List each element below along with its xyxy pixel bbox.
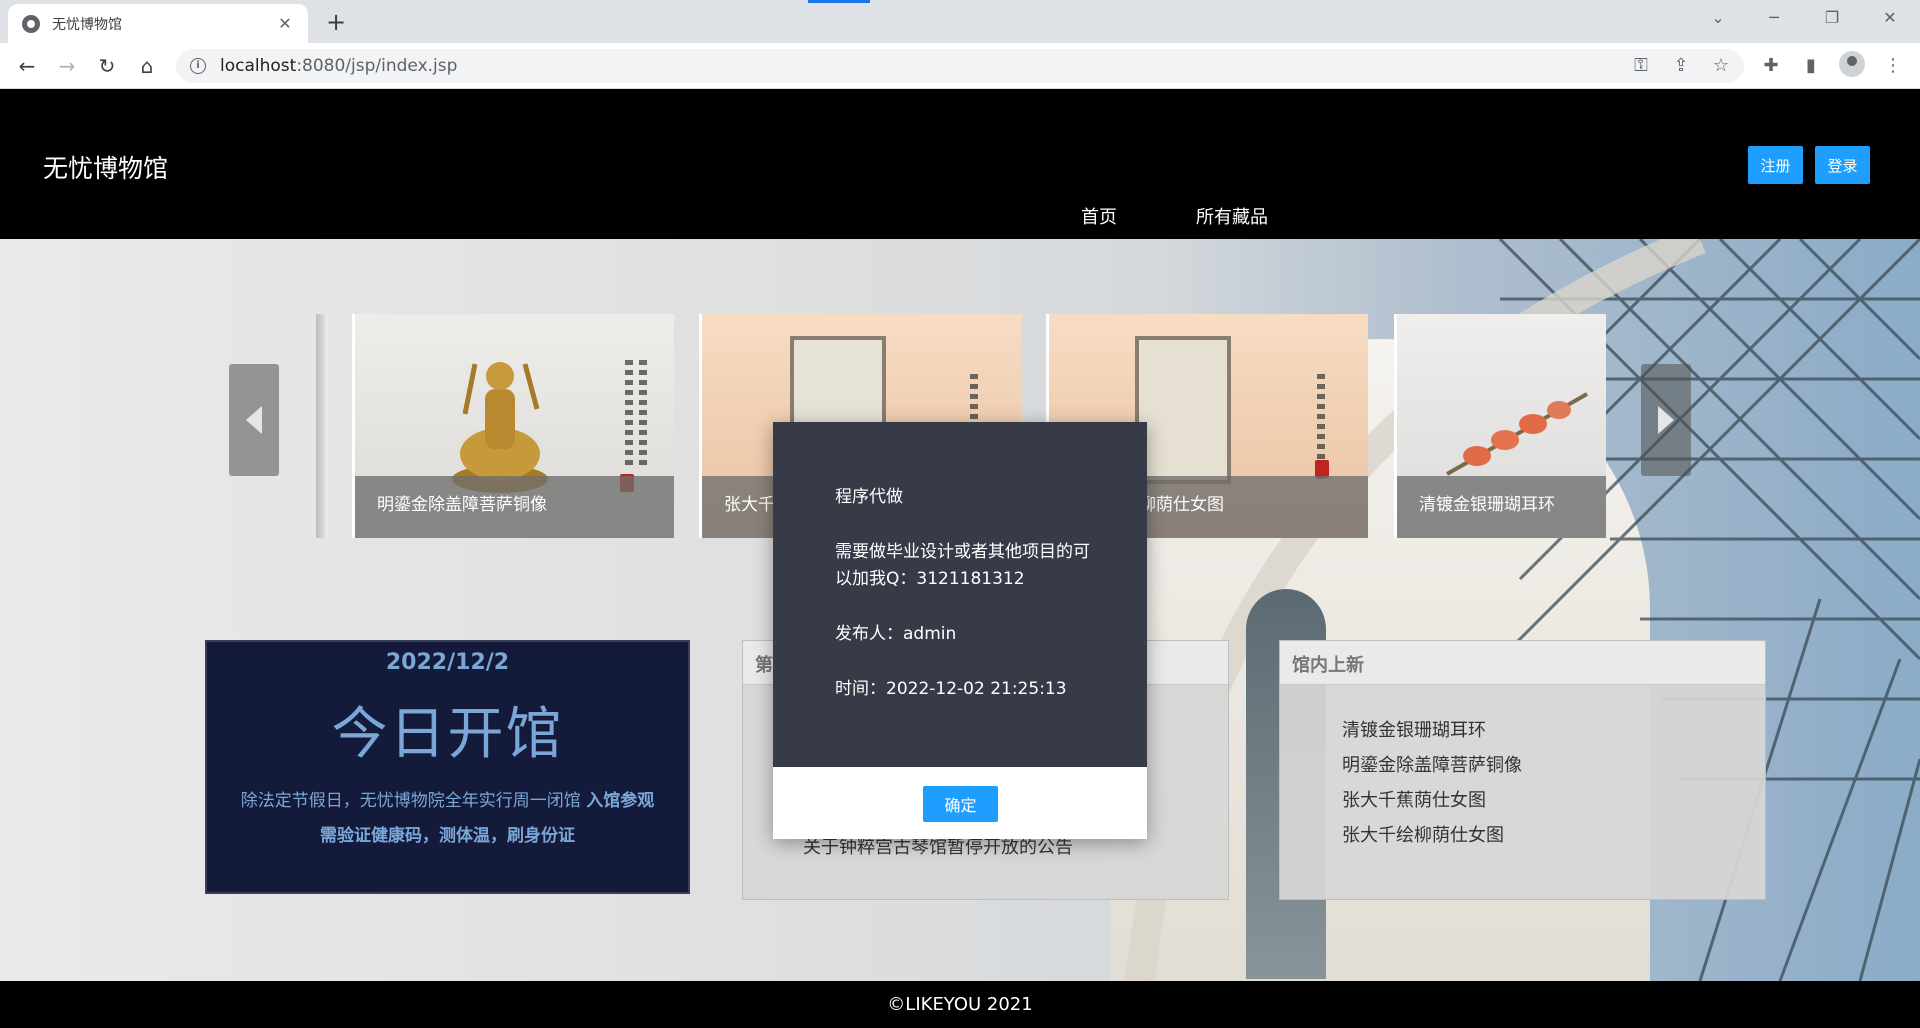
- tab-close-icon[interactable]: ✕: [274, 14, 296, 33]
- coral-earring-image: [1446, 392, 1588, 476]
- menu-kebab-icon[interactable]: ⋮: [1880, 53, 1906, 79]
- side-panel-icon[interactable]: ▮: [1798, 53, 1824, 79]
- back-icon[interactable]: ←: [11, 50, 43, 82]
- opening-desc-plain: 除法定节假日，无忧博物院全年实行周一闭馆: [240, 791, 587, 811]
- caret-right-icon: [1658, 406, 1674, 434]
- new-arrivals-panel: 馆内上新 清镀金银珊瑚耳环 明鎏金除盖障菩萨铜像 张大千蕉荫仕女图 张大千绘柳荫…: [1279, 640, 1766, 900]
- carousel-card[interactable]: 清镀金银珊瑚耳环: [1394, 314, 1606, 538]
- register-button[interactable]: 注册: [1748, 146, 1803, 184]
- list-item[interactable]: 清镀金银珊瑚耳环: [1342, 713, 1765, 748]
- list-item[interactable]: 张大千蕉荫仕女图: [1342, 783, 1765, 818]
- home-icon[interactable]: ⌂: [131, 50, 163, 82]
- nav-all-collections[interactable]: 所有藏品: [1196, 203, 1268, 229]
- calligraphy-text-decoration: [639, 360, 647, 470]
- extensions-icon[interactable]: ✚: [1758, 53, 1784, 79]
- reload-icon[interactable]: ↻: [91, 50, 123, 82]
- globe-icon: [22, 14, 40, 33]
- site-info-icon[interactable]: i: [190, 58, 206, 74]
- nav-home[interactable]: 首页: [1081, 203, 1117, 229]
- card-caption: 明鎏金除盖障菩萨铜像: [355, 476, 674, 538]
- login-button[interactable]: 登录: [1815, 146, 1870, 184]
- url-host: localhost: [220, 56, 297, 76]
- tab-search-indicator: [808, 0, 870, 3]
- modal-time: 时间：2022-12-02 21:25:13: [835, 679, 1067, 699]
- opening-status: 今日开馆: [331, 702, 564, 767]
- key-icon[interactable]: ⚿: [1628, 53, 1654, 79]
- carousel-prev-button[interactable]: [229, 364, 279, 476]
- card-caption: 清镀金银珊瑚耳环: [1397, 476, 1606, 538]
- new-arrivals-title: 馆内上新: [1280, 641, 1765, 685]
- modal-body: 程序代做 需要做毕业设计或者其他项目的可以加我Q：3121181312 发布人：…: [773, 422, 1147, 767]
- new-arrivals-list: 清镀金银珊瑚耳环 明鎏金除盖障菩萨铜像 张大千蕉荫仕女图 张大千绘柳荫仕女图: [1280, 685, 1765, 853]
- forward-icon[interactable]: →: [51, 50, 83, 82]
- modal-message: 需要做毕业设计或者其他项目的可以加我Q：3121181312: [835, 542, 1090, 589]
- share-icon[interactable]: ⇪: [1668, 53, 1694, 79]
- carousel-prev-card-edge: [316, 314, 328, 538]
- carousel-card[interactable]: 明鎏金除盖障菩萨铜像: [352, 314, 674, 538]
- opening-description: 除法定节假日，无忧博物院全年实行周一闭馆 入馆参观需验证健康码，测体温，刷身份证: [233, 784, 662, 854]
- opening-hours-panel: 2022/12/2 今日开馆 除法定节假日，无忧博物院全年实行周一闭馆 入馆参观…: [205, 640, 690, 894]
- list-item[interactable]: 明鎏金除盖障菩萨铜像: [1342, 748, 1765, 783]
- site-logo[interactable]: 无忧博物馆: [43, 149, 168, 185]
- window-close-icon[interactable]: ✕: [1866, 0, 1914, 36]
- tab-title: 无忧博物馆: [52, 16, 122, 33]
- url-path: :8080/jsp/index.jsp: [296, 56, 458, 76]
- browser-toolbar: ← → ↻ ⌂ i localhost:8080/jsp/index.jsp ⚿…: [0, 43, 1920, 89]
- profile-avatar-icon[interactable]: [1839, 51, 1865, 77]
- browser-tabstrip: 无忧博物馆 ✕ + ⌄ ─ ❐ ✕: [0, 0, 1920, 43]
- bronze-bodhisattva-image: [452, 362, 548, 493]
- painting-frame-image: [1135, 336, 1231, 484]
- caret-left-icon: [246, 406, 262, 434]
- new-tab-icon[interactable]: +: [322, 8, 350, 36]
- calligraphy-text-decoration: [625, 360, 633, 470]
- confirm-button[interactable]: 确定: [923, 786, 998, 822]
- modal-title: 程序代做: [835, 487, 903, 507]
- site-header: 无忧博物馆 注册 登录 首页 所有藏品: [0, 89, 1920, 239]
- minimize-icon[interactable]: ─: [1750, 0, 1798, 36]
- address-bar[interactable]: i localhost:8080/jsp/index.jsp: [176, 49, 1744, 83]
- site-footer: ©LIKEYOU 2021: [0, 981, 1920, 1028]
- announcement-modal: 程序代做 需要做毕业设计或者其他项目的可以加我Q：3121181312 发布人：…: [773, 422, 1147, 839]
- bookmark-star-icon[interactable]: ☆: [1708, 53, 1734, 79]
- tab-search-chevron-icon[interactable]: ⌄: [1694, 0, 1742, 36]
- restore-icon[interactable]: ❐: [1808, 0, 1856, 36]
- url-text: localhost:8080/jsp/index.jsp: [220, 56, 457, 76]
- modal-publisher: 发布人：admin: [835, 624, 957, 644]
- copyright-text: ©LIKEYOU 2021: [887, 994, 1033, 1015]
- list-item[interactable]: 张大千绘柳荫仕女图: [1342, 818, 1765, 853]
- browser-tab[interactable]: 无忧博物馆 ✕: [8, 4, 308, 43]
- opening-date: 2022/12/2: [385, 650, 510, 675]
- carousel-next-button[interactable]: [1641, 364, 1691, 476]
